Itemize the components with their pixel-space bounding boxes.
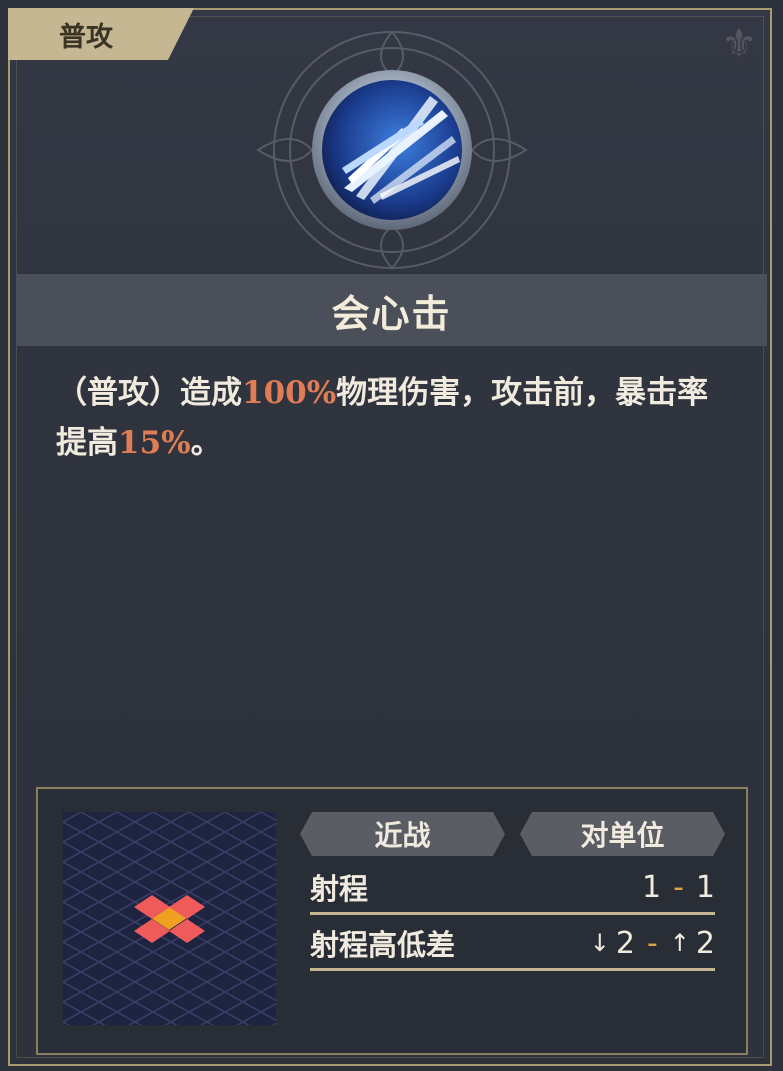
height-diff-label: 射程高低差: [310, 928, 456, 962]
range-value: 1 - 1: [642, 870, 715, 905]
target-type-tag: 对单位: [520, 812, 725, 856]
range-row: 射程 1 - 1: [310, 862, 715, 915]
arrow-down-icon: ↓: [589, 929, 610, 957]
range-separator: -: [673, 869, 684, 905]
skill-name: 会心击: [331, 290, 452, 336]
height-separator: -: [646, 925, 658, 961]
skill-emblem: [256, 30, 528, 270]
skill-title-bar: 会心击: [16, 274, 767, 346]
skill-description: （普攻）造成100%物理伤害，攻击前，暴击率提高15%。: [56, 368, 736, 468]
fleur-ornament-icon: ⚜: [721, 21, 757, 67]
skill-type-label: 普攻: [59, 21, 113, 53]
range-grid-panel: [63, 812, 276, 1025]
arrow-up-icon: ↑: [669, 929, 690, 957]
height-up-value: 2: [695, 925, 715, 961]
target-type-label: 对单位: [580, 819, 665, 852]
desc-damage-value: 100%: [242, 375, 337, 411]
desc-crit-value: 15%: [118, 425, 191, 461]
attack-type-label: 近战: [374, 819, 431, 852]
attack-type-tag: 近战: [300, 812, 505, 856]
height-diff-value: ↓ 2 - ↑ 2: [590, 926, 715, 961]
desc-part: 。: [190, 425, 222, 461]
range-max: 1: [695, 869, 715, 905]
range-label: 射程: [310, 872, 369, 906]
desc-part: （普攻）造成: [56, 375, 242, 411]
range-min: 1: [641, 869, 662, 905]
height-down-value: 2: [615, 925, 635, 961]
height-diff-row: 射程高低差 ↓ 2 - ↑ 2: [310, 918, 715, 971]
skill-type-tab: 普攻: [8, 8, 194, 60]
